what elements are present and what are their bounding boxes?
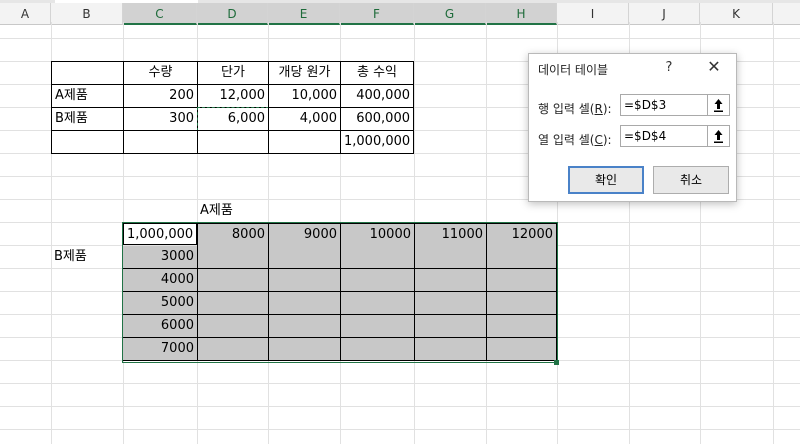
data-table-dialog: 데이터 테이블 ? ✕ 행 입력 셀(R): =$D$3 열 입력 셀(C): … [528, 53, 737, 202]
cell-C13[interactable]: 5000 [123, 292, 197, 314]
cell-F3[interactable]: 총 수익 [340, 61, 414, 85]
cell-C4[interactable]: 200 [123, 84, 198, 108]
cell-D4[interactable]: 12,000 [197, 84, 269, 108]
gridline-h [0, 406, 800, 407]
col-header-E[interactable]: E [268, 3, 340, 25]
cell-E3[interactable]: 개당 원가 [268, 61, 341, 85]
gridline-h [0, 383, 800, 384]
cell-B3[interactable] [51, 61, 124, 85]
cell-H10[interactable]: 12000 [486, 223, 557, 247]
col-header-K[interactable]: K [700, 3, 773, 25]
cell-F10[interactable]: 10000 [340, 223, 415, 247]
table-line [414, 246, 415, 361]
col-header-F[interactable]: F [340, 3, 414, 25]
cell-C12[interactable]: 4000 [123, 269, 197, 291]
range-picker-icon [714, 130, 723, 143]
dialog-title: 데이터 테이블 [538, 63, 609, 77]
cell-E5[interactable]: 4,000 [268, 107, 341, 131]
col-header-next [773, 3, 800, 25]
cell-C6[interactable] [123, 130, 198, 154]
cell-C10-active[interactable]: 1,000,000 [123, 223, 197, 245]
col-header-D[interactable]: D [197, 3, 268, 25]
gridline-h [0, 38, 800, 39]
cell-E4[interactable]: 10,000 [268, 84, 341, 108]
col-input-field[interactable]: =$D$4 [620, 125, 708, 147]
cell-F4[interactable]: 400,000 [340, 84, 414, 108]
row-input-field[interactable]: =$D$3 [620, 94, 708, 116]
cell-B11[interactable]: B제품 [51, 246, 123, 268]
cell-B5[interactable]: B제품 [51, 107, 124, 131]
col-input-label: 열 입력 셀(C): [538, 133, 612, 147]
col-header-I[interactable]: I [557, 3, 629, 25]
table-line [268, 246, 269, 361]
cell-D10[interactable]: 8000 [197, 223, 269, 247]
cell-C5[interactable]: 300 [123, 107, 198, 131]
cell-D9[interactable]: A제품 [197, 200, 269, 222]
fill-handle[interactable] [554, 360, 559, 365]
row-input-label: 행 입력 셀(R): [538, 102, 612, 116]
col-header-J[interactable]: J [629, 3, 700, 25]
cell-D3[interactable]: 단가 [197, 61, 269, 85]
cell-B6[interactable] [51, 130, 124, 154]
table-line [486, 246, 487, 361]
table-line [340, 246, 341, 361]
help-icon[interactable]: ? [662, 60, 676, 75]
table-line [556, 246, 557, 361]
cell-E6[interactable] [268, 130, 341, 154]
table-line [123, 360, 557, 361]
cell-D5-copy-marquee[interactable]: 6,000 [197, 107, 269, 131]
cell-F6[interactable]: 1,000,000 [340, 130, 414, 154]
cell-E10[interactable]: 9000 [268, 223, 341, 247]
cell-C15[interactable]: 7000 [123, 338, 197, 360]
ok-button[interactable]: 확인 [568, 166, 644, 194]
cell-C3[interactable]: 수량 [123, 61, 198, 85]
col-header-A[interactable]: A [0, 3, 51, 25]
col-header-H[interactable]: H [486, 3, 557, 25]
col-range-picker-button[interactable] [708, 125, 730, 147]
close-icon[interactable]: ✕ [705, 58, 723, 76]
row-range-picker-button[interactable] [708, 94, 730, 116]
cancel-button[interactable]: 취소 [653, 166, 729, 194]
col-header-G[interactable]: G [414, 3, 486, 25]
range-picker-icon [714, 99, 723, 112]
gridline-h [0, 429, 800, 430]
gridline-v [773, 22, 774, 444]
cell-D6[interactable] [197, 130, 269, 154]
cell-G10[interactable]: 11000 [414, 223, 487, 247]
cell-C14[interactable]: 6000 [123, 315, 197, 337]
cell-B4[interactable]: A제품 [51, 84, 124, 108]
table-line [197, 246, 198, 361]
col-header-C[interactable]: C [123, 3, 197, 25]
col-header-B[interactable]: B [51, 3, 123, 25]
cell-C11[interactable]: 3000 [123, 246, 197, 268]
cell-F5[interactable]: 600,000 [340, 107, 414, 131]
